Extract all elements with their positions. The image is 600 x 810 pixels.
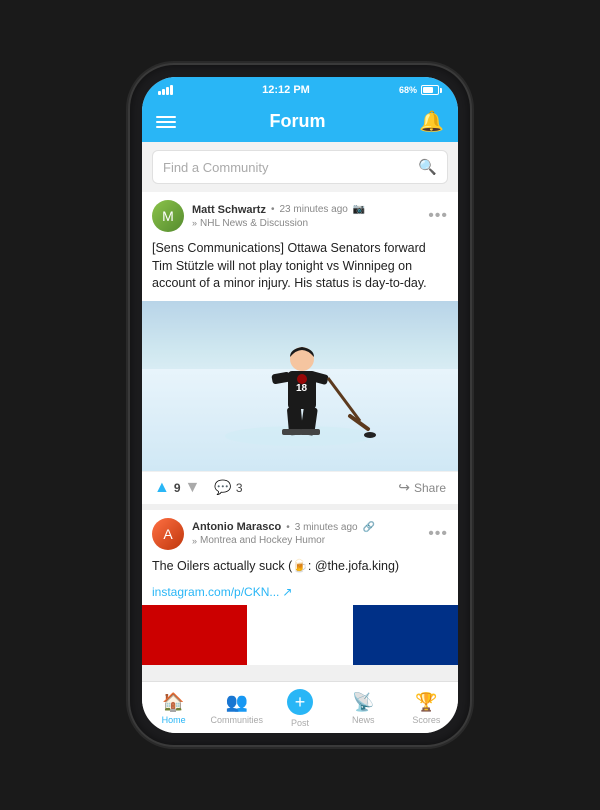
post-plus-icon: + [287,689,313,715]
battery-body [421,85,439,95]
share-section-1: ↪ Share [398,479,446,496]
hamburger-menu[interactable] [156,116,176,128]
post-author-row-1: Matt Schwartz • 23 minutes ago 📷 [192,204,420,216]
post-meta-1: Matt Schwartz • 23 minutes ago 📷 » NHL N… [192,204,420,229]
search-placeholder: Find a Community [163,160,410,175]
battery-pct: 68% [399,85,417,95]
comment-icon-1: 💬 [214,479,231,496]
nav-home[interactable]: 🏠 Home [142,682,205,733]
nav-scores[interactable]: 🏆 Scores [395,682,458,733]
more-options-1[interactable]: ••• [428,207,448,225]
post-author-1: Matt Schwartz [192,204,266,216]
avatar-img-2: A [152,518,184,550]
nav-post[interactable]: + Post [268,682,331,733]
comment-count-1: 3 [236,481,243,495]
post-community-row-2: » Montrea and Hockey Humor [192,535,420,546]
share-label-1: Share [414,481,446,495]
chevron-icon-2: » [192,536,197,546]
news-label: News [352,715,375,725]
scores-icon: 🏆 [415,692,437,713]
news-icon: 📡 [352,692,374,713]
avatar-2: A [152,518,184,550]
chevron-icon-1: » [192,218,197,228]
post-header-1: M Matt Schwartz • 23 minutes ago 📷 » NHL… [142,192,458,236]
top-nav: Forum 🔔 [142,101,458,142]
phone-screen: 12:12 PM 68% Forum 🔔 F [142,77,458,733]
signal-bar-2 [162,89,165,95]
vote-count-1: 9 [174,481,181,495]
post-link-text-2: instagram.com/p/CKN... [152,585,279,599]
post-link-2[interactable]: instagram.com/p/CKN... ↗ [142,583,458,605]
status-left [158,85,173,95]
signal-bars [158,85,173,95]
hamburger-line-3 [156,126,176,128]
search-bar[interactable]: Find a Community 🔍 [152,150,448,184]
battery-fill [423,87,433,93]
content-area: M Matt Schwartz • 23 minutes ago 📷 » NHL… [142,192,458,681]
link-icon-post2: 🔗 [363,522,375,533]
status-right: 68% [399,85,442,95]
post-time-1: • [271,204,275,215]
downvote-button-1[interactable]: ▼ [185,479,201,497]
post-community-2: Montrea and Hockey Humor [200,535,325,546]
phone-frame: 12:12 PM 68% Forum 🔔 F [130,65,470,745]
hamburger-line-1 [156,116,176,118]
battery-icon [421,85,442,95]
post-timestamp-1: 23 minutes ago [279,204,347,215]
hamburger-line-2 [156,121,176,123]
app-title: Forum [270,111,326,132]
more-options-2[interactable]: ••• [428,525,448,543]
post-text-1: [Sens Communications] Ottawa Senators fo… [142,236,458,301]
post-card-1: M Matt Schwartz • 23 minutes ago 📷 » NHL… [142,192,458,504]
hockey-player-svg: 18 [220,321,380,451]
search-icon: 🔍 [418,158,437,176]
post-image-2 [142,605,458,665]
flag-blue [353,605,458,665]
communities-icon: 👥 [226,692,248,713]
comment-section-1: 💬 3 [214,479,242,496]
external-link-icon-2: ↗ [282,585,292,599]
vote-section-1: ▲ 9 ▼ [154,479,200,497]
post-header-2: A Antonio Marasco • 3 minutes ago 🔗 » Mo… [142,510,458,554]
share-icon-1[interactable]: ↪ [398,479,410,496]
battery-tip [440,88,442,93]
post-actions-1: ▲ 9 ▼ 💬 3 ↪ Share [142,471,458,504]
post-timestamp-2: 3 minutes ago [295,522,358,533]
status-bar: 12:12 PM 68% [142,77,458,101]
post-text-2: The Oilers actually suck (🍺: @the.jofa.k… [142,554,458,584]
svg-text:18: 18 [296,383,308,394]
scores-label: Scores [412,715,440,725]
communities-label: Communities [211,715,264,725]
bottom-nav: 🏠 Home 👥 Communities + Post 📡 News 🏆 Sco… [142,681,458,733]
avatar-img-1: M [152,200,184,232]
camera-icon-post1: 📷 [353,204,365,215]
post-meta-2: Antonio Marasco • 3 minutes ago 🔗 » Mont… [192,521,420,546]
signal-bar-3 [166,87,169,95]
post-community-row-1: » NHL News & Discussion [192,218,420,229]
home-label: Home [162,715,186,725]
upvote-button-1[interactable]: ▲ [154,479,170,497]
flag-white [247,605,352,665]
signal-bar-4 [170,85,173,95]
post-time-sep-2: • [286,522,290,533]
flag-red [142,605,247,665]
notification-bell-icon[interactable]: 🔔 [419,109,444,134]
signal-bar-1 [158,91,161,95]
home-icon: 🏠 [162,692,184,713]
nav-communities[interactable]: 👥 Communities [205,682,268,733]
status-time: 12:12 PM [262,84,310,96]
nav-news[interactable]: 📡 News [332,682,395,733]
post-author-row-2: Antonio Marasco • 3 minutes ago 🔗 [192,521,420,533]
post-label: Post [291,718,309,728]
post-author-2: Antonio Marasco [192,521,281,533]
avatar-1: M [152,200,184,232]
post-community-1: NHL News & Discussion [200,218,308,229]
post-card-2: A Antonio Marasco • 3 minutes ago 🔗 » Mo… [142,510,458,666]
post-image-1: 18 [142,301,458,471]
